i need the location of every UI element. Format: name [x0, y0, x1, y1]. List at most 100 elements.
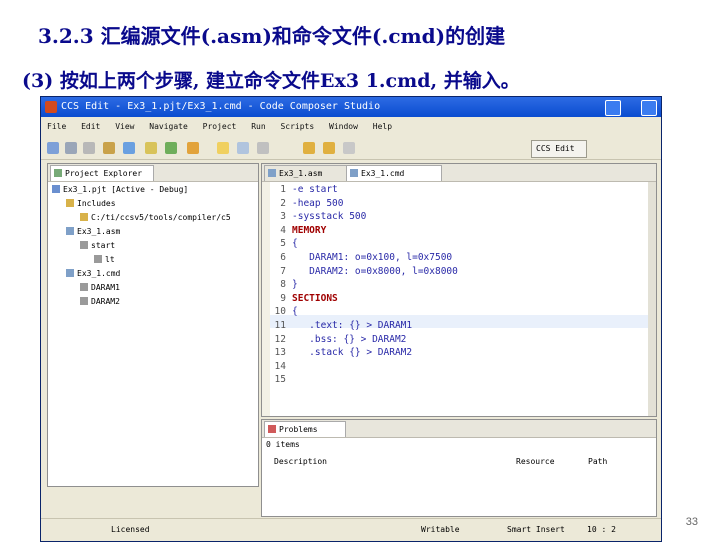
tree-item-daram2[interactable]: DARAM2 — [80, 296, 120, 308]
code-line[interactable]: -sysstack 500 — [292, 211, 366, 222]
code-line[interactable]: { — [292, 238, 298, 249]
menu-scripts[interactable]: Scripts — [280, 122, 314, 131]
new-icon[interactable] — [47, 142, 59, 154]
window-title: CCS Edit - Ex3_1.pjt/Ex3_1.cmd - Code Co… — [61, 101, 381, 112]
perspective-button[interactable]: CCS Edit — [531, 140, 587, 158]
tree-item-includes[interactable]: Includes — [66, 198, 116, 210]
line-number: 12 — [274, 333, 286, 345]
line-number: 4 — [280, 224, 286, 236]
tree-item-lt[interactable]: lt — [94, 254, 115, 266]
code-area[interactable]: 1 -e start 2 -heap 500 3 -sysstack 500 4 MEMORY… — [262, 164, 656, 416]
forward-arrow-icon[interactable] — [323, 142, 335, 154]
status-license: Licensed — [111, 525, 150, 534]
slide-subtitle: (3) 按如上两个步骤, 建立命令文件Ex3 1.cmd, 并输入。 — [22, 70, 520, 92]
code-line[interactable]: MEMORY — [292, 225, 326, 236]
line-number: 3 — [280, 211, 286, 223]
minimize-button[interactable] — [605, 100, 621, 116]
menu-edit[interactable]: Edit — [81, 122, 100, 131]
tab-project-explorer[interactable]: Project Explorer — [50, 165, 154, 181]
tree-item-start[interactable]: start — [80, 240, 115, 252]
slide-title: 3.2.3 汇编源文件(.asm)和命令文件(.cmd)的创建 — [38, 24, 506, 48]
menu-window[interactable]: Window — [329, 122, 358, 131]
tab-problems[interactable]: Problems — [264, 421, 346, 437]
maximize-button[interactable] — [641, 100, 657, 116]
tree-item-label: C:/ti/ccsv5/tools/compiler/c5 — [91, 213, 231, 222]
tree-item-asm-file[interactable]: Ex3_1.asm — [66, 226, 120, 238]
tab-label: Problems — [279, 425, 318, 434]
menu-bar: File Edit View Navigate Project Run Scri… — [41, 119, 661, 135]
code-line[interactable]: -heap 500 — [292, 198, 343, 209]
code-line[interactable]: } — [292, 279, 298, 290]
column-resource[interactable]: Resource — [516, 456, 555, 468]
column-description[interactable]: Description — [274, 456, 327, 468]
menu-view[interactable]: View — [115, 122, 134, 131]
run-icon[interactable] — [165, 142, 177, 154]
save-all-icon[interactable] — [83, 142, 95, 154]
line-number: 7 — [280, 265, 286, 277]
page-number: 33 — [685, 516, 698, 528]
tree-item-cmd-file[interactable]: Ex3_1.cmd — [66, 268, 120, 280]
tree-item-daram1[interactable]: DARAM1 — [80, 282, 120, 294]
symbol-icon — [94, 255, 102, 263]
problems-panel: Problems 0 items Description Resource Pa… — [261, 419, 657, 517]
search-icon[interactable] — [145, 142, 157, 154]
file-icon — [66, 227, 74, 235]
back-arrow-icon[interactable] — [303, 142, 315, 154]
line-number: 5 — [280, 238, 286, 250]
save-icon[interactable] — [65, 142, 77, 154]
code-line[interactable]: -e start — [292, 184, 338, 195]
code-line[interactable]: DARAM2: o=0x8000, l=0x8000 — [292, 266, 458, 277]
menu-project[interactable]: Project — [203, 122, 237, 131]
code-line[interactable]: .bss: {} > DARAM2 — [292, 334, 406, 345]
tree-item-project[interactable]: Ex3_1.pjt [Active - Debug] — [52, 184, 188, 196]
code-line[interactable]: .text: {} > DARAM1 — [292, 320, 412, 331]
line-number: 10 — [274, 306, 286, 318]
editor-scrollbar[interactable] — [648, 182, 656, 416]
project-explorer-panel: Project Explorer Ex3_1.pjt [Active - Deb… — [47, 163, 259, 487]
problems-tabbar: Problems — [262, 420, 656, 438]
line-number: 8 — [280, 279, 286, 291]
column-path[interactable]: Path — [588, 456, 607, 468]
compare-icon[interactable] — [237, 142, 249, 154]
tree-item-label: DARAM1 — [91, 283, 120, 292]
status-insert-mode: Smart Insert — [507, 525, 565, 534]
line-number: 13 — [274, 347, 286, 359]
tree-item-include-path[interactable]: C:/ti/ccsv5/tools/compiler/c5 — [80, 212, 231, 224]
code-line[interactable]: DARAM1: o=0x100, l=0x7500 — [292, 252, 452, 263]
line-number: 6 — [280, 252, 286, 263]
code-line[interactable]: { — [292, 306, 298, 317]
folder-icon — [80, 213, 88, 221]
ccs-window: CCS Edit - Ex3_1.pjt/Ex3_1.cmd - Code Co… — [40, 96, 662, 542]
project-explorer-tabbar: Project Explorer — [48, 164, 258, 182]
symbol-icon — [80, 241, 88, 249]
build-icon[interactable] — [103, 142, 115, 154]
code-line[interactable]: SECTIONS — [292, 293, 338, 304]
status-writable: Writable — [421, 525, 460, 534]
file-icon — [66, 269, 74, 277]
code-line[interactable]: .stack {} > DARAM2 — [292, 347, 412, 358]
toolbar: CCS Edit — [41, 137, 661, 160]
menu-help[interactable]: Help — [373, 122, 392, 131]
project-icon — [52, 185, 60, 193]
edit-icon[interactable] — [217, 142, 229, 154]
history-icon[interactable] — [343, 142, 355, 154]
menu-run[interactable]: Run — [251, 122, 265, 131]
pin-icon[interactable] — [257, 142, 269, 154]
line-number: 2 — [280, 197, 286, 209]
project-tree: Ex3_1.pjt [Active - Debug] Includes C:/t… — [48, 184, 258, 486]
problems-summary: 0 items — [266, 440, 300, 449]
app-icon — [45, 101, 57, 113]
open-type-icon[interactable] — [187, 142, 199, 154]
tree-item-label: Ex3_1.pjt [Active - Debug] — [63, 185, 189, 194]
line-number: 14 — [274, 360, 286, 372]
folder-icon — [54, 169, 62, 177]
menu-navigate[interactable]: Navigate — [149, 122, 188, 131]
symbol-icon — [80, 283, 88, 291]
tree-item-label: Includes — [77, 199, 116, 208]
menu-file[interactable]: File — [47, 122, 66, 131]
debug-icon[interactable] — [123, 142, 135, 154]
editor-panel: Ex3_1.asm Ex3_1.cmd 1 -e start 2 -heap 500 3… — [261, 163, 657, 417]
window-titlebar[interactable]: CCS Edit - Ex3_1.pjt/Ex3_1.cmd - Code Co… — [41, 97, 661, 117]
line-number: 11 — [274, 320, 286, 331]
tree-item-label: DARAM2 — [91, 297, 120, 306]
